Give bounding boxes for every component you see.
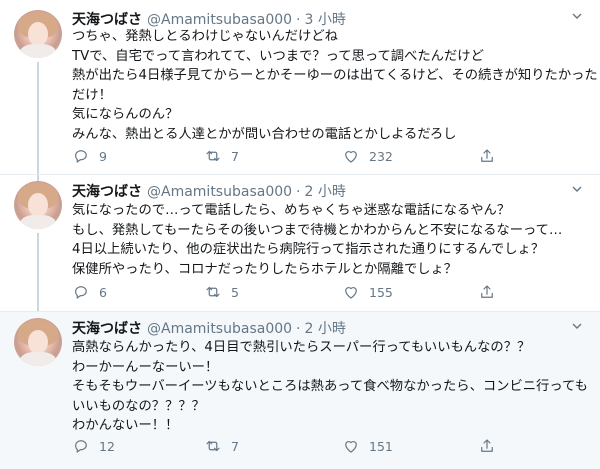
like-button[interactable]: 151 [342, 436, 393, 456]
display-name[interactable]: 天海つばさ [72, 181, 142, 201]
timeline-feed: 天海つばさ @Amamitsubasa000 · 3 小時 つちゃ、発熱しとるわ… [0, 0, 600, 469]
display-name[interactable]: 天海つばさ [72, 9, 142, 29]
tweet-actions: 12 7 151 [72, 436, 502, 456]
chevron-down-icon[interactable] [571, 183, 583, 195]
tweet-text-line: わかんないー！！ [72, 418, 179, 434]
share-icon [481, 439, 493, 452]
user-handle[interactable]: @Amamitsubasa000 [147, 184, 292, 200]
retweet-button[interactable]: 5 [204, 282, 239, 302]
tweet[interactable]: 天海つばさ @Amamitsubasa000 · 3 小時 つちゃ、発熱しとるわ… [0, 0, 600, 175]
tweet-text-line: だけ！ [72, 87, 112, 103]
reply-button[interactable]: 12 [72, 436, 115, 456]
separator-dot: · [296, 12, 301, 28]
avatar[interactable] [14, 318, 62, 366]
display-name[interactable]: 天海つばさ [72, 318, 142, 338]
tweet-text-line: わーかーんーなーいー！ [72, 359, 219, 375]
tweet-text-line: いいものなの？？？？ [72, 398, 205, 414]
tweet-text-line: 気にならんのん？ [72, 107, 179, 123]
tweet-header: 天海つばさ @Amamitsubasa000 · 3 小時 [72, 9, 346, 29]
retweet-icon [206, 150, 220, 162]
tweet-text-line: みんな、熱出とる人達とかが問い合わせの電話とかしよるだろし [72, 126, 457, 142]
reply-button[interactable]: 6 [72, 282, 107, 302]
share-button[interactable] [478, 146, 496, 166]
retweet-count: 7 [231, 438, 239, 454]
timestamp[interactable]: 3 小時 [305, 9, 346, 29]
tweet-text: つちゃ、発熱しとるわけじゃないんだけどね TVで、自宅でって言われてて、いつまで… [72, 27, 598, 145]
avatar[interactable] [14, 181, 62, 229]
timestamp[interactable]: 2 小時 [305, 318, 346, 338]
tweet-text-line: つちゃ、発熱しとるわけじゃないんだけどね [72, 29, 338, 44]
like-button[interactable]: 155 [342, 282, 393, 302]
separator-dot: · [296, 321, 301, 337]
tweet-actions: 6 5 155 [72, 282, 502, 302]
tweet-header: 天海つばさ @Amamitsubasa000 · 2 小時 [72, 318, 346, 338]
tweet-text-line: 保健所やったり、コロナだったりしたらホテルとか隔離でしょ？ [72, 261, 458, 277]
timestamp[interactable]: 2 小時 [305, 181, 346, 201]
tweet-text-line: 高熱ならんかったり、4日目で熱引いたらスーパー行ってもいいもんなの？？ [72, 340, 531, 355]
reply-icon [75, 440, 87, 453]
chevron-down-icon[interactable] [571, 320, 583, 332]
retweet-icon [206, 286, 220, 298]
separator-dot: · [296, 184, 301, 200]
reply-count: 6 [99, 284, 107, 300]
like-icon [345, 287, 357, 299]
share-icon [481, 149, 493, 162]
avatar[interactable] [14, 10, 62, 58]
share-icon [481, 285, 493, 298]
reply-icon [75, 150, 87, 163]
tweet-text-line: そもそもウーバーイーツもないところは熱あって食べ物なかったら、コンビニ行っても [72, 379, 588, 395]
reply-button[interactable]: 9 [72, 146, 107, 166]
user-handle[interactable]: @Amamitsubasa000 [147, 321, 292, 337]
share-button[interactable] [478, 436, 496, 456]
reply-count: 9 [99, 148, 107, 164]
retweet-icon [206, 440, 220, 452]
tweet-text-line: 4日以上続いたり、他の症状出たら病院行って指示された通りにするんでしょ？ [72, 242, 545, 258]
tweet-actions: 9 7 232 [72, 146, 502, 166]
like-count: 151 [369, 438, 393, 454]
user-handle[interactable]: @Amamitsubasa000 [147, 12, 292, 28]
retweet-count: 7 [231, 148, 239, 164]
like-count: 232 [369, 148, 393, 164]
tweet-header: 天海つばさ @Amamitsubasa000 · 2 小時 [72, 181, 346, 201]
tweet-text-line: もし、発熱してもーたらその後いつまで待機とかわからんと不安になるなーって… [72, 222, 563, 238]
reply-count: 12 [99, 438, 115, 454]
tweet-text-line: TVで、自宅でって言われてて、いつまで？って思って調べたんだけど [72, 48, 484, 64]
tweet-text: 気になったので…って電話したら、めちゃくちゃ迷惑な電話になるやん？ もし、発熱し… [72, 201, 584, 279]
share-button[interactable] [478, 282, 496, 302]
tweet-text: 高熱ならんかったり、4日目で熱引いたらスーパー行ってもいいもんなの？？ わーかー… [72, 338, 588, 436]
retweet-button[interactable]: 7 [204, 146, 239, 166]
retweet-count: 5 [231, 284, 239, 300]
retweet-button[interactable]: 7 [204, 436, 239, 456]
tweet-text-line: 気になったので…って電話したら、めちゃくちゃ迷惑な電話になるやん？ [72, 203, 511, 218]
like-button[interactable]: 232 [342, 146, 393, 166]
like-icon [345, 151, 357, 163]
like-count: 155 [369, 284, 393, 300]
reply-icon [75, 286, 87, 299]
chevron-down-icon[interactable] [571, 10, 583, 22]
like-icon [345, 441, 357, 453]
tweet-text-line: 熱が出たら4日様子見てからーとかそーゆーのは出てくるけど、その続きが知りたかった [72, 68, 598, 84]
